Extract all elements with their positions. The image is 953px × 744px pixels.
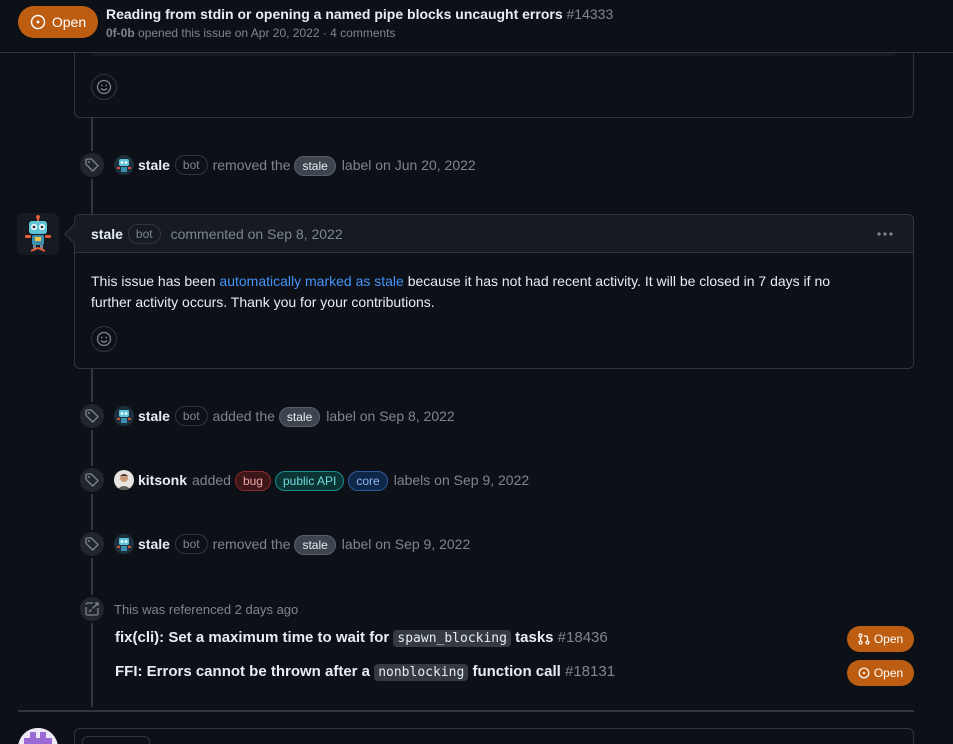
reference-number: #18436 [557, 629, 608, 646]
issue-meta-text: opened this issue on Apr 20, 2022 · 4 co… [138, 26, 396, 40]
event-verb: added [192, 472, 231, 488]
reference-number: #18131 [564, 663, 616, 680]
comment-author[interactable]: stale [91, 226, 123, 242]
comment-author-avatar[interactable] [17, 213, 59, 255]
git-pull-request-icon [858, 633, 870, 645]
write-tab[interactable] [82, 736, 150, 744]
tag-icon [85, 473, 99, 487]
robot-avatar-icon [17, 213, 59, 255]
issue-number: #14333 [566, 6, 614, 22]
cross-reference-icon [85, 602, 99, 616]
comment-box: stale bot commented on Sep 8, 2022 This … [64, 214, 914, 369]
comment-timestamp[interactable]: commented on Sep 8, 2022 [171, 226, 343, 242]
event-suffix: labels on Sep 9, 2022 [393, 472, 530, 488]
issue-author[interactable]: 0f-0b [106, 26, 135, 40]
cross-reference-heading: This was referenced 2 days ago [114, 601, 299, 617]
pull-request-state-label: Open [873, 632, 904, 646]
add-reaction-button[interactable] [91, 326, 117, 352]
event-actor[interactable]: stale [138, 536, 170, 552]
avatar[interactable] [114, 470, 134, 490]
timeline-event-unlabeled: stale bot removed the stale label on Sep… [78, 529, 474, 559]
person-avatar-icon [114, 470, 134, 490]
reference-code: nonblocking [374, 664, 469, 681]
avatar[interactable] [114, 406, 134, 426]
comment-options-button[interactable] [873, 224, 897, 244]
timeline-event-labeled: kitsonk added bug public API core labels… [78, 465, 533, 495]
label-stale[interactable]: stale [294, 156, 336, 176]
event-badge [78, 466, 106, 494]
event-badge [78, 151, 106, 179]
robot-avatar-icon [114, 406, 134, 426]
referenced-pull-request[interactable]: fix(cli): Set a maximum time to wait for… [115, 629, 608, 647]
robot-avatar-icon [114, 155, 134, 175]
comment-text-pre: This issue has been [91, 273, 220, 289]
event-verb: removed the [212, 536, 291, 552]
issue-state-badge: Open [18, 6, 98, 38]
bot-tag: bot [127, 223, 161, 244]
label-core[interactable]: core [348, 471, 388, 491]
tag-icon [85, 158, 99, 172]
label-public-api[interactable]: public API [274, 471, 345, 491]
issue-opened-icon [858, 667, 870, 679]
cross-reference-event: This was referenced 2 days ago [78, 594, 298, 624]
robot-avatar-icon [114, 534, 134, 554]
event-badge [78, 402, 106, 430]
avatar[interactable] [114, 534, 134, 554]
reference-code: spawn_blocking [393, 630, 511, 647]
event-suffix: label on Sep 9, 2022 [341, 536, 471, 552]
timeline-divider [18, 710, 914, 712]
issue-opened-icon [30, 14, 46, 30]
reference-title-pre: FFI: Errors cannot be thrown after a [115, 663, 375, 680]
tag-icon [85, 409, 99, 423]
event-verb: removed the [212, 157, 291, 173]
event-suffix: label on Jun 20, 2022 [341, 157, 476, 173]
issue-title-text: Reading from stdin or opening a named pi… [106, 6, 563, 22]
bot-tag: bot [174, 406, 208, 426]
event-badge [78, 595, 106, 623]
identicon-avatar-icon [18, 728, 58, 744]
event-suffix: label on Sep 8, 2022 [326, 408, 455, 424]
reference-title-post: tasks [510, 629, 558, 646]
new-comment-box [74, 728, 914, 744]
issue-title[interactable]: Reading from stdin or opening a named pi… [106, 6, 613, 22]
bot-tag: bot [174, 155, 208, 175]
stale-link[interactable]: automatically marked as stale [219, 273, 403, 289]
comment-header: stale bot commented on Sep 8, 2022 [75, 215, 913, 253]
issue-state-label: Open [873, 666, 904, 680]
issue-state-label: Open [51, 14, 87, 30]
reference-title-post: function call [468, 663, 565, 680]
avatar[interactable] [114, 155, 134, 175]
event-actor[interactable]: stale [138, 408, 170, 424]
event-actor[interactable]: kitsonk [138, 472, 187, 488]
label-stale[interactable]: stale [294, 535, 336, 555]
add-reaction-button[interactable] [91, 74, 117, 100]
timeline-event-labeled: stale bot added the stale label on Sep 8… [78, 401, 459, 431]
event-badge [78, 530, 106, 558]
sticky-issue-header: Open Reading from stdin or opening a nam… [0, 0, 953, 53]
comment-body: This issue has been automatically marked… [91, 271, 873, 313]
referenced-issue[interactable]: FFI: Errors cannot be thrown after a non… [115, 663, 616, 681]
timeline-event-unlabeled: stale bot removed the stale label on Jun… [78, 150, 480, 180]
issue-state-badge: Open [847, 660, 914, 686]
pull-request-state-badge: Open [847, 626, 914, 652]
smiley-icon [96, 331, 112, 347]
reference-title-pre: fix(cli): Set a maximum time to wait for [115, 629, 394, 646]
label-bug[interactable]: bug [234, 471, 271, 491]
event-verb: added the [212, 408, 275, 424]
avatar[interactable] [18, 728, 58, 744]
kebab-horizontal-icon [877, 232, 893, 236]
issue-meta: 0f-0b opened this issue on Apr 20, 2022 … [106, 26, 396, 40]
bot-tag: bot [174, 534, 208, 554]
tag-icon [85, 537, 99, 551]
label-stale[interactable]: stale [278, 407, 321, 427]
smiley-icon [96, 79, 112, 95]
event-actor[interactable]: stale [138, 157, 170, 173]
